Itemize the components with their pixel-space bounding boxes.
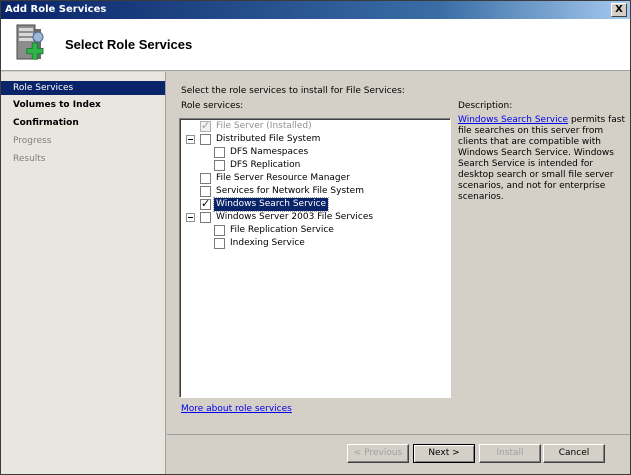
checkbox-windows-server-2003-file-services[interactable] <box>200 212 211 223</box>
checkbox-file-server-resource-manager[interactable] <box>200 173 211 184</box>
collapse-icon[interactable] <box>186 213 195 222</box>
close-icon: X <box>615 4 623 15</box>
description-link[interactable]: Windows Search Service <box>458 115 568 125</box>
install-button[interactable]: Install <box>479 444 541 463</box>
step-progress: Progress <box>13 136 52 146</box>
checkbox-distributed-file-system[interactable] <box>200 134 211 145</box>
title-bar[interactable]: Add Role Services X <box>1 1 630 19</box>
collapse-icon[interactable] <box>186 135 195 144</box>
wizard-steps-sidebar: Role Services Volumes to Index Confirmat… <box>1 72 166 474</box>
description-panel: Windows Search Service permits fast file… <box>458 115 626 203</box>
wizard-footer: < Previous Next > Install Cancel <box>167 434 630 474</box>
tree-item-label: DFS Namespaces <box>230 147 309 157</box>
main-content: Select the role services to install for … <box>167 72 630 434</box>
tree-item-label: File Server Resource Manager <box>216 173 350 183</box>
close-button[interactable]: X <box>611 3 627 17</box>
tree-item-label: DFS Replication <box>230 160 301 170</box>
tree-item-label: Distributed File System <box>216 134 321 144</box>
checkbox-file-replication-service[interactable] <box>214 225 225 236</box>
more-about-role-services-link[interactable]: More about role services <box>181 404 292 414</box>
role-services-tree[interactable]: File Server (Installed) Distributed File… <box>179 118 451 398</box>
wizard-header: Select Role Services <box>1 19 630 71</box>
window-title: Add Role Services <box>5 4 107 15</box>
tree-item-label: Indexing Service <box>230 238 305 248</box>
tree-item-label: Services for Network File System <box>216 186 364 196</box>
step-confirmation[interactable]: Confirmation <box>1 116 165 130</box>
tree-item-label: File Server (Installed) <box>216 121 312 131</box>
previous-button[interactable]: < Previous <box>347 444 409 463</box>
checkbox-file-server <box>200 119 211 132</box>
tree-item-label: Windows Server 2003 File Services <box>216 212 374 222</box>
tree-item-label: Windows Search Service <box>212 197 330 212</box>
description-title: Description: <box>458 101 513 111</box>
instruction-text: Select the role services to install for … <box>181 86 405 96</box>
checkbox-services-for-nfs[interactable] <box>200 186 211 197</box>
add-role-services-window: Add Role Services X Select Role Services… <box>0 0 631 475</box>
description-text: permits fast file searches on this serve… <box>458 115 625 202</box>
page-title: Select Role Services <box>65 37 193 52</box>
checkbox-windows-search-service[interactable] <box>200 197 211 210</box>
checkbox-dfs-replication[interactable] <box>214 160 225 171</box>
checkbox-indexing-service[interactable] <box>214 238 225 249</box>
next-button[interactable]: Next > <box>413 444 475 463</box>
server-add-icon <box>16 24 44 60</box>
tree-item-label: File Replication Service <box>230 225 334 235</box>
cancel-button[interactable]: Cancel <box>543 444 605 463</box>
step-results: Results <box>13 154 46 164</box>
checkbox-dfs-namespaces[interactable] <box>214 147 225 158</box>
step-role-services[interactable]: Role Services <box>1 81 165 95</box>
role-services-label: Role services: <box>181 101 244 111</box>
step-volumes-to-index[interactable]: Volumes to Index <box>1 98 165 112</box>
